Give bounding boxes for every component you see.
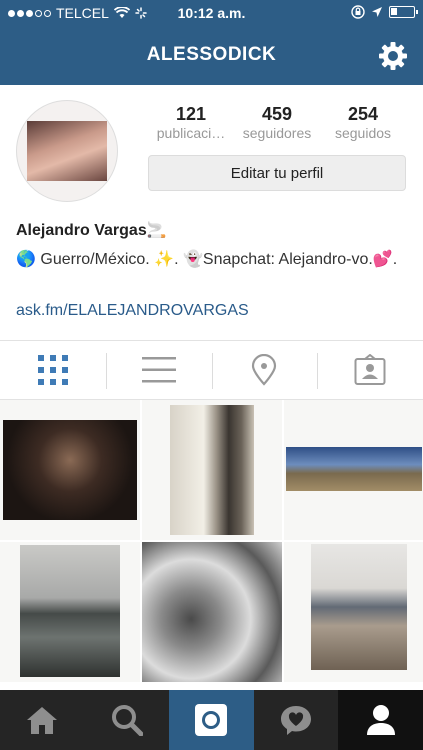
following-count: 254	[347, 104, 379, 124]
avatar-photo	[27, 121, 107, 181]
profile-stats: 121 publicaci… 459 seguidores 254 seguid…	[148, 104, 406, 141]
battery-icon	[389, 6, 418, 18]
nav-activity[interactable]	[254, 690, 339, 750]
status-right	[351, 5, 418, 19]
gear-icon[interactable]	[377, 40, 409, 72]
nav-home[interactable]	[0, 690, 85, 750]
top-bar: TELCEL 10:12 a.m. ALESSODICK	[0, 0, 423, 85]
followers-label: seguidores	[242, 125, 312, 141]
profile-view-tabs	[0, 340, 423, 400]
profile-username-title: ALESSODICK	[146, 44, 277, 65]
rotation-lock-icon	[351, 5, 365, 19]
camera-icon	[195, 704, 228, 736]
photo-thumbnail[interactable]	[142, 542, 282, 682]
profile-avatar[interactable]	[16, 100, 118, 202]
activity-icon	[281, 706, 312, 735]
profile-full-name: Alejandro Vargas🚬	[16, 222, 167, 239]
posts-stat[interactable]: 121 publicaci…	[148, 104, 234, 141]
nav-search[interactable]	[85, 690, 170, 750]
followers-count: 459	[261, 104, 293, 124]
photo-thumbnail[interactable]	[284, 542, 423, 682]
photo-thumbnail[interactable]	[0, 542, 140, 682]
search-icon	[111, 705, 143, 736]
tab-list-view[interactable]	[105, 341, 212, 399]
tab-photo-map[interactable]	[211, 341, 318, 399]
photo-thumbnail[interactable]	[142, 400, 282, 540]
location-arrow-icon	[372, 7, 382, 17]
status-bar: TELCEL 10:12 a.m.	[0, 0, 423, 28]
photo-thumbnail[interactable]	[0, 400, 140, 540]
tab-tagged-photos[interactable]	[317, 341, 423, 399]
home-icon	[27, 707, 58, 734]
bottom-nav-bar	[0, 690, 423, 750]
posts-label: publicaci…	[156, 125, 226, 141]
followers-stat[interactable]: 459 seguidores	[234, 104, 320, 141]
nav-profile[interactable]	[338, 690, 423, 750]
edit-profile-button[interactable]: Editar tu perfil	[148, 155, 406, 191]
photo-thumbnail[interactable]	[284, 400, 423, 540]
following-stat[interactable]: 254 seguidos	[320, 104, 406, 141]
following-label: seguidos	[334, 125, 392, 141]
tab-grid-view[interactable]	[0, 341, 106, 399]
location-pin-icon	[252, 354, 277, 386]
posts-count: 121	[175, 104, 207, 124]
tagged-photos-icon	[354, 354, 386, 385]
grid-icon	[37, 355, 68, 385]
profile-icon	[366, 705, 395, 735]
profile-bio: 🌎 Guerro/México. ✨. 👻Snapchat: Alejandro…	[16, 251, 398, 268]
profile-website-link[interactable]: ask.fm/ELALEJANDROVARGAS	[16, 302, 249, 320]
list-icon	[141, 357, 176, 383]
nav-camera[interactable]	[169, 690, 254, 750]
